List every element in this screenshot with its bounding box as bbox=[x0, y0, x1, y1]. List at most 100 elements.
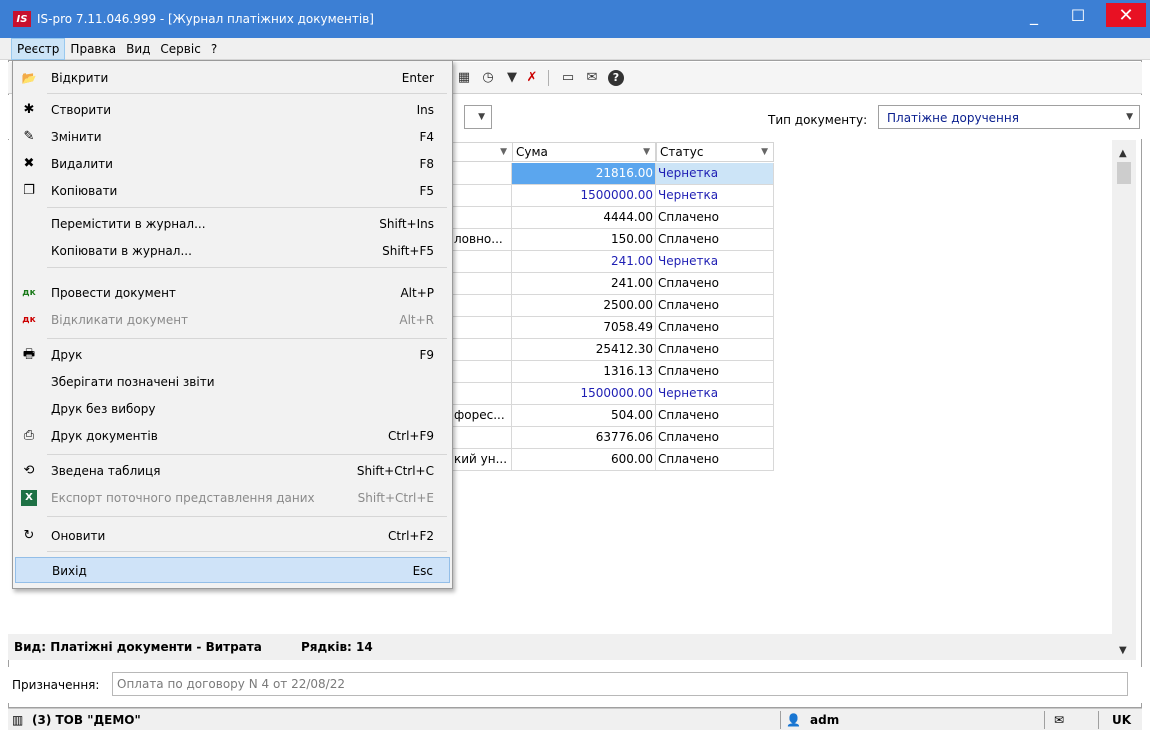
cell-hidden-column bbox=[451, 427, 512, 449]
column-header-sum[interactable]: Сума ▼ bbox=[512, 142, 656, 162]
mail-icon[interactable]: ✉ bbox=[1054, 709, 1064, 731]
table-row[interactable]: 241.00 Чернетка bbox=[451, 251, 774, 273]
minimize-button[interactable]: _ bbox=[1012, 0, 1056, 30]
menu-item-3[interactable]: ✎ Змінити F4 bbox=[15, 124, 450, 150]
menu-view[interactable]: Вид bbox=[121, 38, 155, 60]
column-header-status[interactable]: Статус ▼ bbox=[656, 142, 774, 162]
column-filter-icon[interactable]: ▼ bbox=[761, 143, 768, 161]
table-row[interactable]: 63776.06 Сплачено bbox=[451, 427, 774, 449]
table-row[interactable]: 25412.30 Сплачено bbox=[451, 339, 774, 361]
table-row[interactable]: 1316.13 Сплачено bbox=[451, 361, 774, 383]
cell-sum: 25412.30 bbox=[512, 339, 656, 361]
company-name[interactable]: (3) ТОВ "ДЕМО" bbox=[32, 709, 141, 731]
menu-item-6[interactable]: Перемістити в журнал... Shift+Ins bbox=[15, 211, 450, 237]
cell-hidden-column: форес... bbox=[451, 405, 512, 427]
mail-icon[interactable]: ✉ bbox=[584, 70, 600, 86]
menu-item-shortcut: Esc bbox=[412, 564, 433, 578]
cell-hidden-column bbox=[451, 361, 512, 383]
table-row[interactable]: 4444.00 Сплачено bbox=[451, 207, 774, 229]
cell-status: Сплачено bbox=[656, 339, 774, 361]
table-row[interactable]: 1500000.00 Чернетка bbox=[451, 185, 774, 207]
cell-sum: 1500000.00 bbox=[512, 383, 656, 405]
menu-item-label: Провести документ bbox=[51, 286, 176, 300]
cell-sum: 21816.00 bbox=[512, 163, 656, 185]
menu-item-shortcut: F8 bbox=[419, 157, 434, 171]
menu-item-label: Видалити bbox=[51, 157, 113, 171]
help-icon[interactable]: ? bbox=[608, 70, 624, 86]
print-documents-icon: ⎙ bbox=[23, 428, 35, 443]
purpose-field[interactable]: Оплата по договору N 4 от 22/08/22 bbox=[112, 672, 1128, 696]
registry-menu-dropdown: 📂 Відкрити Enter ✱ Створити Ins ✎ Змінити F4 ✖ Вид… bbox=[12, 60, 453, 589]
menu-edit[interactable]: Правка bbox=[65, 38, 121, 60]
menu-item-4[interactable]: ✖ Видалити F8 bbox=[15, 151, 450, 177]
table-row[interactable]: форес... 504.00 Сплачено bbox=[451, 405, 774, 427]
menu-item-shortcut: Shift+Ctrl+E bbox=[357, 491, 434, 505]
column-filter-icon[interactable]: ▼ bbox=[500, 143, 507, 161]
menu-item-13[interactable]: ⎙ Друк документів Ctrl+F9 bbox=[15, 423, 450, 449]
maximize-button[interactable]: ☐ bbox=[1056, 0, 1100, 30]
menu-item-17[interactable]: Вихід Esc bbox=[15, 557, 450, 583]
table-row[interactable]: 21816.00 Чернетка bbox=[451, 163, 774, 185]
table-row[interactable]: ловно... 150.00 Сплачено bbox=[451, 229, 774, 251]
menu-item-shortcut: Shift+F5 bbox=[382, 244, 434, 258]
edit-document-icon: ✎ bbox=[23, 129, 35, 144]
language-indicator[interactable]: UK bbox=[1112, 709, 1131, 731]
scroll-down-icon[interactable]: ▼ bbox=[1119, 645, 1127, 656]
menu-separator bbox=[47, 338, 447, 339]
menu-item-9[interactable]: дк Відкликати документ Alt+R bbox=[15, 307, 450, 333]
clock-icon[interactable]: ◷ bbox=[480, 70, 496, 86]
cell-hidden-column bbox=[451, 207, 512, 229]
menu-service[interactable]: Сервіс bbox=[155, 38, 205, 60]
menu-item-16[interactable]: ↻ Оновити Ctrl+F2 bbox=[15, 523, 450, 549]
menu-item-10[interactable]: 🖶 Друк F9 bbox=[15, 342, 450, 368]
menu-item-1[interactable]: 📂 Відкрити Enter bbox=[15, 65, 450, 91]
table-row[interactable]: 7058.49 Сплачено bbox=[451, 317, 774, 339]
cell-status: Чернетка bbox=[656, 251, 774, 273]
menu-item-shortcut: F5 bbox=[419, 184, 434, 198]
status-bar: ▥ (3) ТОВ "ДЕМО" 👤 adm ✉ UK bbox=[8, 708, 1142, 730]
doctype-select[interactable]: Платіжне доручення ▼ bbox=[878, 105, 1140, 129]
menu-item-label: Зведена таблиця bbox=[51, 464, 161, 478]
table-icon[interactable]: ▦ bbox=[456, 70, 472, 86]
scroll-thumb[interactable] bbox=[1117, 162, 1131, 184]
vertical-scrollbar[interactable]: ▲ ▼ bbox=[1112, 140, 1136, 660]
view-name: Вид: Платіжні документи - Витрата bbox=[14, 640, 262, 654]
filter-icon[interactable]: ▼ bbox=[504, 70, 520, 86]
table-row[interactable]: 1500000.00 Чернетка bbox=[451, 383, 774, 405]
chevron-down-icon: ▼ bbox=[1126, 112, 1133, 122]
post-document-icon: дк bbox=[22, 288, 36, 298]
menu-bar: Реєстр Правка Вид Сервіс ? bbox=[0, 37, 1150, 60]
menu-item-shortcut: Alt+R bbox=[399, 313, 434, 327]
menu-registry[interactable]: Реєстр bbox=[11, 37, 66, 60]
chevron-down-icon: ▼ bbox=[478, 112, 485, 122]
cell-sum: 241.00 bbox=[512, 273, 656, 295]
cell-hidden-column bbox=[451, 317, 512, 339]
table-row[interactable]: 241.00 Сплачено bbox=[451, 273, 774, 295]
form-icon[interactable]: ▭ bbox=[560, 70, 576, 86]
excel-export-icon: X bbox=[21, 490, 37, 506]
period-combo[interactable]: ▼ bbox=[464, 105, 492, 129]
menu-item-15[interactable]: X Експорт поточного представлення даних Sh… bbox=[15, 485, 450, 511]
menu-item-11[interactable]: Зберігати позначені звіти bbox=[15, 369, 450, 395]
menu-help[interactable]: ? bbox=[206, 38, 222, 60]
cell-status: Сплачено bbox=[656, 295, 774, 317]
close-button[interactable]: ✕ bbox=[1106, 3, 1146, 27]
scroll-up-icon[interactable]: ▲ bbox=[1119, 148, 1127, 159]
menu-item-2[interactable]: ✱ Створити Ins bbox=[15, 97, 450, 123]
menu-item-label: Зберігати позначені звіти bbox=[51, 375, 215, 389]
column-header-hidden[interactable]: ▼ bbox=[451, 142, 512, 162]
view-summary-bar: Вид: Платіжні документи - Витрата Рядків… bbox=[8, 634, 1112, 660]
column-filter-icon[interactable]: ▼ bbox=[643, 143, 650, 161]
clear-filter-icon[interactable]: ✗ bbox=[524, 70, 540, 86]
menu-item-14[interactable]: ⟲ Зведена таблиця Shift+Ctrl+C bbox=[15, 458, 450, 484]
status-divider bbox=[1098, 711, 1099, 729]
menu-item-5[interactable]: ❐ Копіювати F5 bbox=[15, 178, 450, 204]
cell-status: Сплачено bbox=[656, 449, 774, 471]
menu-item-8[interactable]: дк Провести документ Alt+P bbox=[15, 280, 450, 306]
menu-item-12[interactable]: Друк без вибору bbox=[15, 396, 450, 422]
menu-item-7[interactable]: Копіювати в журнал... Shift+F5 bbox=[15, 238, 450, 264]
status-divider bbox=[780, 711, 781, 729]
table-row[interactable]: 2500.00 Сплачено bbox=[451, 295, 774, 317]
user-name: adm bbox=[810, 713, 840, 727]
table-row[interactable]: кий ун... 600.00 Сплачено bbox=[451, 449, 774, 471]
